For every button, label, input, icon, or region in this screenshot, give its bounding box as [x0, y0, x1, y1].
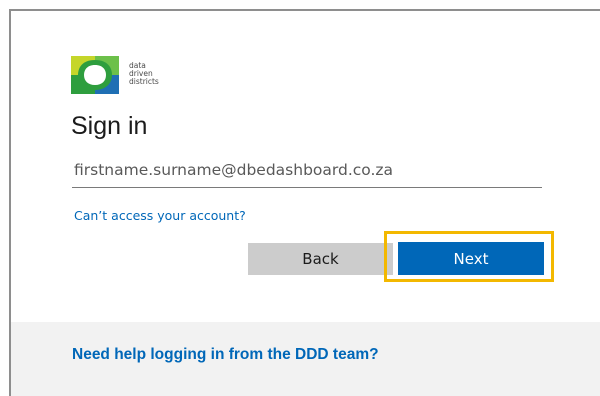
back-button[interactable]: Back	[248, 243, 393, 275]
brand-logo: data driven districts	[71, 56, 191, 96]
help-link[interactable]: Need help logging in from the DDD team?	[72, 346, 379, 364]
email-field[interactable]: firstname.surname@dbedashboard.co.za	[72, 156, 542, 188]
page-title: Sign in	[71, 112, 148, 140]
next-button[interactable]: Next	[398, 242, 544, 275]
logo-line-3: districts	[129, 77, 159, 86]
logo-wordmark: data driven districts	[129, 62, 159, 86]
ddd-logo-icon	[71, 56, 119, 94]
cant-access-account-link[interactable]: Can’t access your account?	[74, 208, 246, 223]
